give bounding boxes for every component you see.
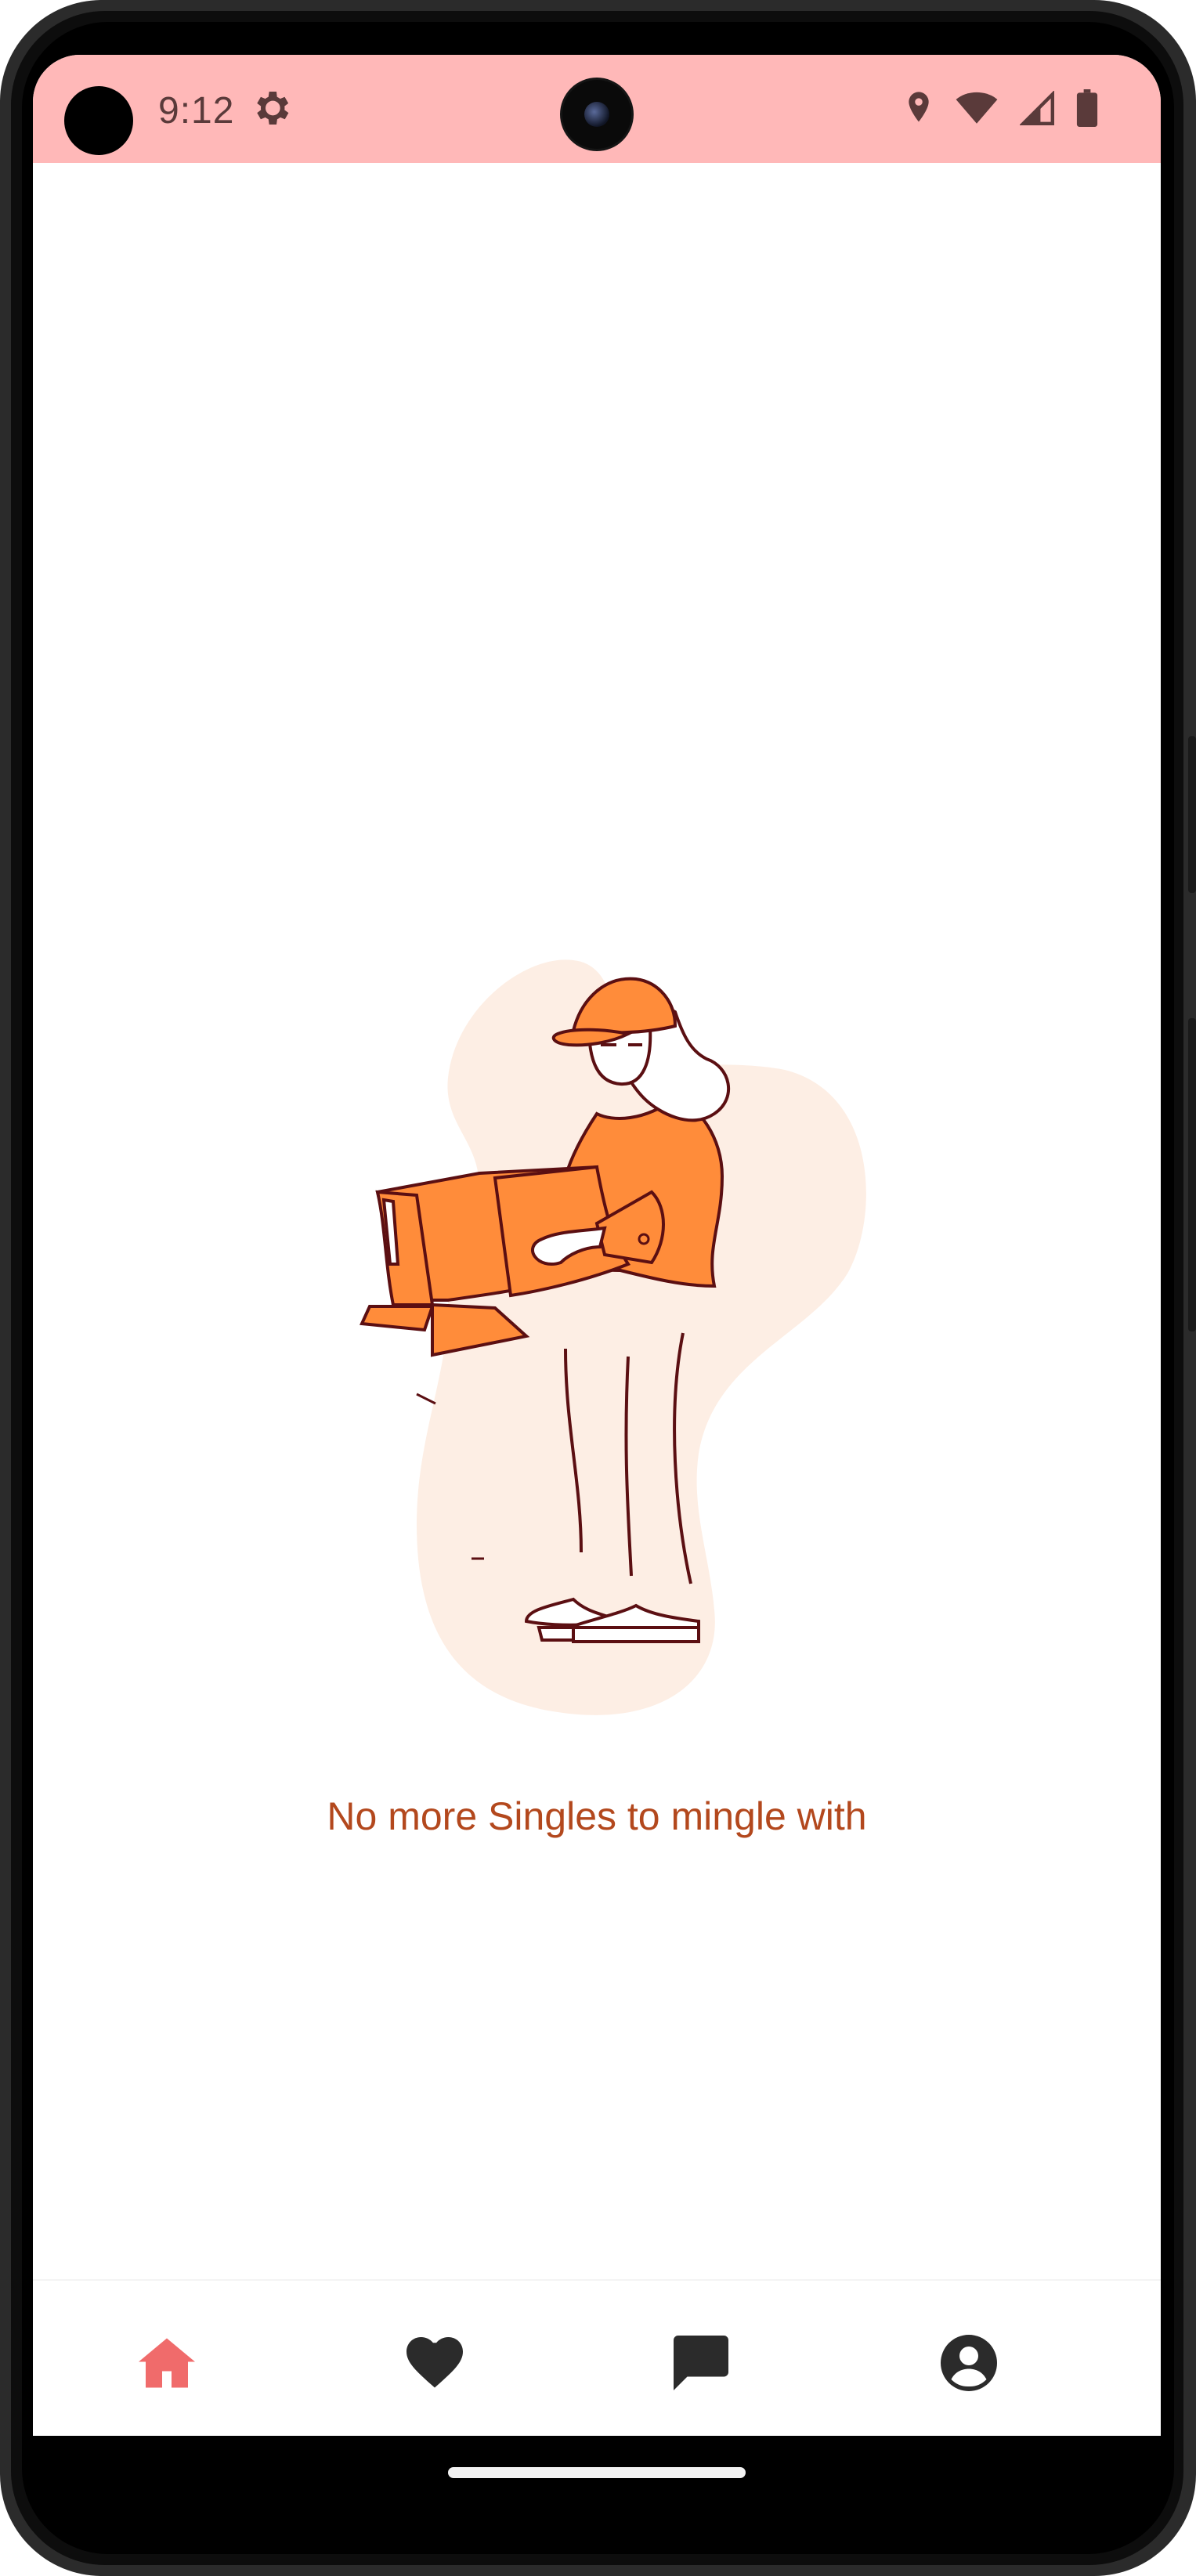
signal-icon xyxy=(1020,91,1054,125)
status-time: 9:12 xyxy=(158,90,235,132)
status-icons xyxy=(904,89,1098,127)
location-icon xyxy=(909,92,929,122)
person-holding-box-illustration xyxy=(360,959,866,1715)
heart-icon xyxy=(406,2337,463,2388)
status-bar: 9:12 xyxy=(33,55,1161,163)
nav-messages-button[interactable] xyxy=(666,2328,736,2398)
battery-icon xyxy=(1076,89,1098,127)
device-volume-button xyxy=(1188,736,1196,893)
nav-home-button[interactable] xyxy=(132,2328,202,2398)
main-content: No more Singles to mingle with xyxy=(33,163,1161,2278)
empty-state-message: No more Singles to mingle with xyxy=(327,1794,867,1838)
phone-screen: 9:12 No more Singles to mingle with xyxy=(33,55,1161,2498)
home-icon xyxy=(139,2338,195,2388)
gesture-handle[interactable] xyxy=(448,2467,746,2478)
bottom-navigation xyxy=(33,2279,1161,2437)
settings-gear-icon xyxy=(257,92,289,125)
wifi-icon xyxy=(956,92,998,124)
notification-dot xyxy=(64,86,133,155)
nav-profile-button[interactable] xyxy=(934,2328,1004,2398)
chat-icon xyxy=(674,2336,728,2390)
nav-favorites-button[interactable] xyxy=(399,2328,470,2398)
front-camera xyxy=(562,80,631,149)
account-icon xyxy=(941,2335,997,2391)
device-power-button xyxy=(1188,1018,1196,1331)
